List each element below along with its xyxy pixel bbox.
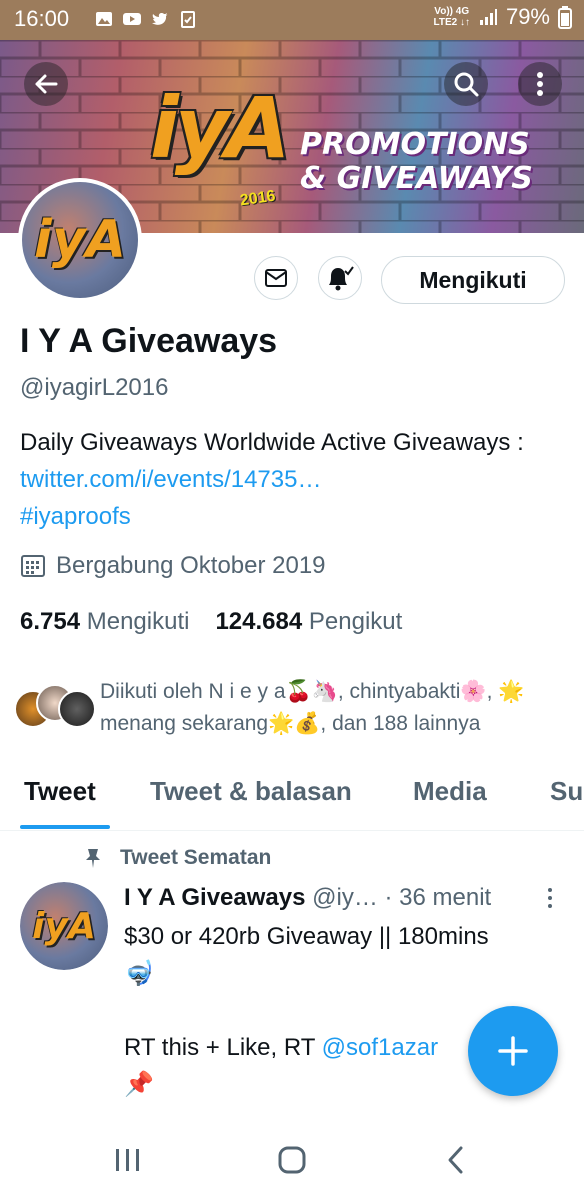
tweet-line: $30 or 420rb Giveaway || 180mins — [124, 923, 489, 950]
tweet-time[interactable]: 36 menit — [399, 884, 491, 911]
follower-avatar — [58, 690, 96, 728]
status-time: 16:00 — [14, 6, 70, 31]
bio-hashtag[interactable]: #iyaproofs — [20, 503, 131, 530]
banner-logo: iyA — [150, 79, 291, 177]
tweet-separator: · — [384, 884, 393, 911]
following-button[interactable]: Mengikuti — [381, 256, 565, 304]
profile-handle: @iyagirL2016 — [20, 374, 169, 401]
followers-stat[interactable]: 124.684 Pengikut — [215, 608, 402, 636]
joined-date: Bergabung Oktober 2019 — [20, 552, 326, 580]
profile-tabs: Tweet Tweet & balasan Media Su — [0, 754, 584, 831]
banner-tagline-line1: PROMOTIONS — [300, 127, 530, 162]
following-stat[interactable]: 6.754 Mengikuti — [20, 608, 189, 636]
bio-link[interactable]: twitter.com/i/events/14735… — [20, 466, 321, 493]
network-top: Vo)) 4G — [434, 6, 470, 17]
tweet-header: I Y A Giveaways @iy… · 36 menit — [124, 884, 491, 912]
signal-icon — [479, 9, 497, 25]
twitter-icon — [152, 13, 168, 25]
followers-count: 124.684 — [215, 608, 303, 635]
tweet-mention[interactable]: @sof1azar — [322, 1034, 438, 1061]
tab-likes[interactable]: Su — [550, 776, 583, 807]
profile-name: I Y A Giveaways — [20, 322, 278, 360]
tweet-avatar-logo-text: iyA — [32, 905, 96, 947]
recent-apps-button[interactable] — [108, 1140, 148, 1180]
more-vertical-icon — [537, 72, 543, 96]
bio-text: Daily Giveaways Worldwide Active Giveawa… — [20, 429, 524, 456]
pinned-label: Tweet Sematan — [84, 846, 271, 870]
banner-tagline: PROMOTIONS & GIVEAWAYS — [300, 128, 533, 196]
tweet-line-text: RT this + Like, RT — [124, 1034, 322, 1061]
home-icon — [278, 1146, 306, 1174]
profile-avatar[interactable]: iyA — [18, 178, 142, 302]
avatar-logo-text: iyA — [34, 210, 126, 270]
banner-tagline-line2: & GIVEAWAYS — [300, 161, 533, 196]
follow-stats: 6.754 Mengikuti 124.684 Pengikut — [20, 608, 402, 636]
pin-icon — [86, 849, 100, 868]
notification-icons — [94, 9, 198, 29]
compose-tweet-button[interactable] — [468, 1006, 558, 1096]
plus-icon — [498, 1036, 528, 1066]
recent-apps-icon — [116, 1149, 139, 1171]
bell-check-icon — [329, 266, 354, 291]
chevron-left-icon — [448, 1146, 463, 1174]
tab-media[interactable]: Media — [413, 776, 487, 807]
battery-level: 79% — [505, 4, 550, 29]
status-right: Vo)) 4G LTE2 ↓↑ 79% — [433, 4, 572, 30]
home-button[interactable] — [272, 1140, 312, 1180]
youtube-icon — [123, 13, 141, 25]
back-nav-button[interactable] — [436, 1140, 476, 1180]
network-bottom: LTE2 ↓↑ — [433, 17, 470, 28]
followers-label: Pengikut — [308, 608, 403, 635]
tweet-author-name[interactable]: I Y A Giveaways — [124, 884, 305, 911]
pinned-label-text: Tweet Sematan — [120, 846, 272, 869]
followed-by-text[interactable]: Diikuti oleh N i e y a🍒🦄, chintyabakti🌸,… — [100, 676, 570, 740]
calendar-icon — [21, 555, 45, 577]
back-arrow-icon — [35, 74, 58, 94]
gallery-icon — [96, 12, 112, 26]
mail-icon — [265, 269, 287, 287]
tweet-avatar-image: iyA — [20, 882, 108, 970]
tweet-line: 🤿 — [124, 960, 154, 987]
message-button[interactable] — [254, 256, 298, 300]
tweet-more-button[interactable] — [546, 886, 554, 915]
notification-button[interactable] — [318, 256, 362, 300]
clipboard-check-icon — [181, 11, 195, 28]
back-button[interactable] — [24, 62, 68, 106]
battery-icon — [558, 6, 572, 29]
tweet-author-handle[interactable]: @iy… — [312, 884, 378, 911]
joined-text: Bergabung Oktober 2019 — [56, 552, 326, 579]
profile-bio: Daily Giveaways Worldwide Active Giveawa… — [20, 424, 570, 535]
search-icon — [454, 72, 479, 97]
active-tab-indicator — [20, 825, 110, 829]
more-vertical-icon — [548, 888, 552, 908]
tab-tweets[interactable]: Tweet — [24, 776, 96, 807]
tweet-avatar[interactable]: iyA — [20, 882, 108, 970]
system-navigation-bar — [0, 1120, 584, 1200]
following-count: 6.754 — [20, 608, 81, 635]
following-label: Mengikuti — [86, 608, 190, 635]
network-indicator: Vo)) 4G LTE2 ↓↑ — [433, 6, 469, 28]
search-button[interactable] — [444, 62, 488, 106]
more-button[interactable] — [518, 62, 562, 106]
status-bar: 16:00 Vo)) 4G LTE2 ↓↑ 79% — [0, 0, 584, 40]
tab-tweets-replies[interactable]: Tweet & balasan — [150, 776, 352, 807]
avatar-image: iyA — [22, 182, 138, 298]
